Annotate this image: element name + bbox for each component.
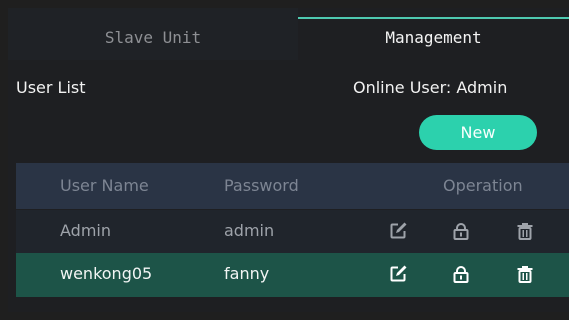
password-cell: fanny [224,264,270,283]
new-user-button-label: New [460,123,496,142]
tab-slave-unit[interactable]: Slave Unit [8,8,298,60]
user-list-title: User List [16,78,86,97]
password-cell: admin [224,221,275,240]
trash-icon[interactable] [516,265,534,283]
lock-icon[interactable] [452,265,470,283]
header-user-name: User Name [60,176,149,195]
tab-management-label: Management [385,28,482,47]
tab-slave-unit-label: Slave Unit [104,28,202,47]
active-tab-indicator [298,17,569,19]
tab-bar: Slave Unit Management [8,8,569,60]
table-row[interactable]: Admin admin [16,210,569,254]
edit-icon[interactable] [389,222,407,240]
table-header: User Name Password Operation [16,163,569,209]
header-password: Password [224,176,299,195]
tab-management[interactable]: Management [298,8,569,60]
trash-icon[interactable] [516,222,534,240]
new-user-button[interactable]: New [419,115,537,150]
lock-icon[interactable] [452,222,470,240]
table-row[interactable]: wenkong05 fanny [16,253,569,297]
user-name-cell: wenkong05 [60,264,153,283]
online-user-label: Online User: Admin [353,78,508,97]
header-operation: Operation [443,176,523,195]
management-panel: Slave Unit Management User List Online U… [8,8,569,312]
edit-icon[interactable] [389,265,407,283]
user-name-cell: Admin [60,221,111,240]
